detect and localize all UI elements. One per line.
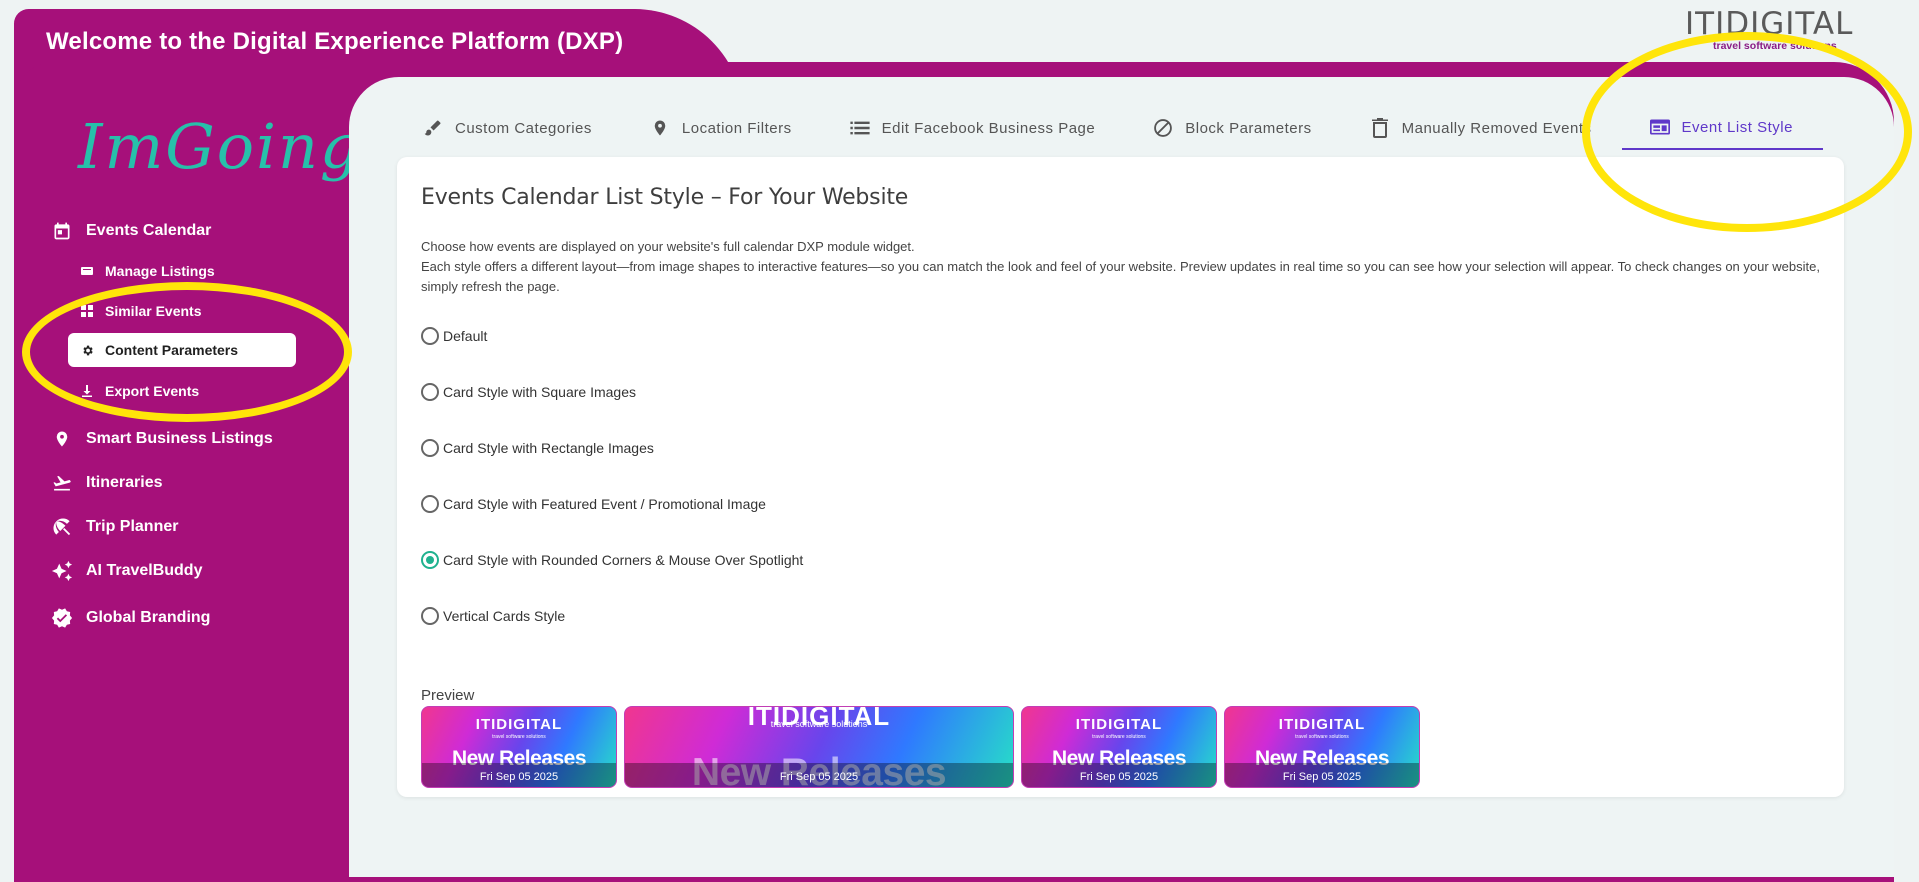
option-label: Default — [443, 328, 488, 344]
option-rounded-corners-spotlight[interactable]: Card Style with Rounded Corners & Mouse … — [421, 551, 803, 569]
nav-global-branding[interactable]: Global Branding — [50, 606, 210, 630]
nav-label: AI TravelBuddy — [86, 562, 203, 579]
option-label: Card Style with Featured Event / Promoti… — [443, 496, 766, 512]
location-pin-icon — [50, 427, 74, 451]
tab-manually-removed-events[interactable]: Manually Removed Events — [1342, 106, 1622, 150]
block-icon — [1153, 118, 1173, 138]
verified-badge-icon — [50, 606, 74, 630]
gear-icon — [80, 344, 94, 357]
radio-button-selected[interactable] — [421, 551, 439, 569]
company-logo: ITIDIGITAL travel software solutions — [1685, 8, 1865, 52]
preview-logo-tagline: travel software solutions — [1295, 734, 1349, 740]
option-rectangle-images[interactable]: Card Style with Rectangle Images — [421, 439, 654, 457]
settings-tabs: Custom Categories Location Filters Edit … — [395, 106, 1823, 150]
sub-item-label: Export Events — [105, 383, 200, 399]
preview-date: Fri Sep 05 2025 — [479, 771, 559, 783]
tab-label: Block Parameters — [1185, 119, 1312, 137]
nav-ai-travelbuddy[interactable]: AI TravelBuddy — [50, 559, 202, 583]
calendar-icon — [50, 219, 74, 243]
sub-item-label: Content Parameters — [105, 342, 239, 358]
imgoing-logo: ImGoing — [78, 110, 362, 183]
nav-events-calendar[interactable]: Events Calendar — [50, 219, 211, 243]
preview-logo: ITIDIGITAL — [475, 716, 563, 733]
tab-location-filters[interactable]: Location Filters — [622, 106, 822, 150]
nav-itineraries[interactable]: Itineraries — [50, 471, 162, 495]
option-default[interactable]: Default — [421, 327, 487, 345]
preview-logo: ITIDIGITAL — [1278, 716, 1366, 733]
download-icon — [80, 385, 94, 397]
preview-logo-tagline: travel software solutions — [492, 734, 546, 740]
logo-brand-text: ITIDIGITAL — [1685, 6, 1854, 42]
sub-item-content-parameters[interactable]: Content Parameters — [68, 333, 296, 367]
nav-label: Global Branding — [86, 609, 211, 626]
section-title: Events Calendar List Style – For Your We… — [421, 185, 909, 210]
option-label: Card Style with Rounded Corners & Mouse … — [443, 552, 804, 568]
tab-label: Edit Facebook Business Page — [881, 119, 1096, 137]
grid-icon — [80, 305, 94, 317]
preview-card[interactable]: ITIDIGITAL travel software solutions New… — [1021, 706, 1217, 788]
option-label: Card Style with Rectangle Images — [443, 440, 654, 456]
logo-tagline: travel software solutions — [1713, 40, 1837, 52]
preview-logo-tagline: travel software solutions — [1092, 734, 1146, 740]
preview-label: Preview — [421, 687, 475, 704]
preview-card[interactable]: ITIDIGITAL travel software solutions New… — [1224, 706, 1420, 788]
plane-departure-icon — [50, 471, 74, 495]
option-featured-event[interactable]: Card Style with Featured Event / Promoti… — [421, 495, 766, 513]
radio-button[interactable] — [421, 607, 439, 625]
preview-card[interactable]: ITIDIGITAL travel software solutions New… — [421, 706, 617, 788]
nav-label: Trip Planner — [86, 518, 179, 535]
radio-button[interactable] — [421, 327, 439, 345]
preview-logo-tagline: travel software solutions — [770, 719, 868, 729]
tab-edit-facebook-business-page[interactable]: Edit Facebook Business Page — [822, 106, 1126, 150]
tab-label: Location Filters — [681, 119, 792, 137]
nav-trip-planner[interactable]: Trip Planner — [50, 515, 178, 539]
nav-label: Itineraries — [86, 474, 163, 491]
tab-label: Event List Style — [1681, 118, 1793, 136]
option-label: Card Style with Square Images — [443, 384, 636, 400]
tab-block-parameters[interactable]: Block Parameters — [1125, 106, 1341, 150]
tab-label: Custom Categories — [455, 119, 592, 137]
nav-smart-business-listings[interactable]: Smart Business Listings — [50, 427, 273, 451]
preview-date: Fri Sep 05 2025 — [1282, 771, 1362, 783]
description-line-2: Each style offers a different layout—fro… — [421, 259, 1820, 294]
web-layout-icon — [1649, 117, 1670, 137]
preview-date: Fri Sep 05 2025 — [779, 771, 859, 783]
preview-card-featured[interactable]: ITIDIGITAL travel software solutions New… — [624, 706, 1014, 788]
sub-item-manage-listings[interactable]: Manage Listings — [68, 254, 296, 288]
tab-custom-categories[interactable]: Custom Categories — [395, 106, 622, 150]
description-line-1: Choose how events are displayed on your … — [421, 239, 915, 254]
sub-item-label: Manage Listings — [105, 263, 215, 279]
nav-label: Smart Business Listings — [86, 430, 273, 447]
sub-item-label: Similar Events — [105, 303, 202, 319]
beach-umbrella-icon — [50, 515, 74, 539]
sub-item-export-events[interactable]: Export Events — [68, 374, 296, 408]
radio-button[interactable] — [421, 383, 439, 401]
tab-label: Manually Removed Events — [1401, 119, 1592, 137]
sub-item-similar-events[interactable]: Similar Events — [68, 294, 296, 328]
radio-button[interactable] — [421, 495, 439, 513]
app-title: Welcome to the Digital Experience Platfo… — [46, 28, 624, 55]
location-pin-icon — [650, 118, 670, 138]
trash-icon — [1370, 118, 1390, 138]
option-label: Vertical Cards Style — [443, 608, 566, 624]
option-square-images[interactable]: Card Style with Square Images — [421, 383, 636, 401]
list-icon — [80, 266, 94, 276]
radio-button[interactable] — [421, 439, 439, 457]
list-icon — [850, 118, 870, 138]
option-vertical-cards[interactable]: Vertical Cards Style — [421, 607, 565, 625]
preview-date: Fri Sep 05 2025 — [1079, 771, 1159, 783]
brush-icon — [423, 118, 443, 138]
preview-logo: ITIDIGITAL — [1075, 716, 1163, 733]
settings-card: Events Calendar List Style – For Your We… — [397, 157, 1844, 797]
section-description: Choose how events are displayed on your … — [421, 237, 1821, 297]
tab-event-list-style[interactable]: Event List Style — [1621, 106, 1823, 150]
nav-label: Events Calendar — [86, 222, 212, 239]
sparkles-icon — [50, 559, 74, 583]
